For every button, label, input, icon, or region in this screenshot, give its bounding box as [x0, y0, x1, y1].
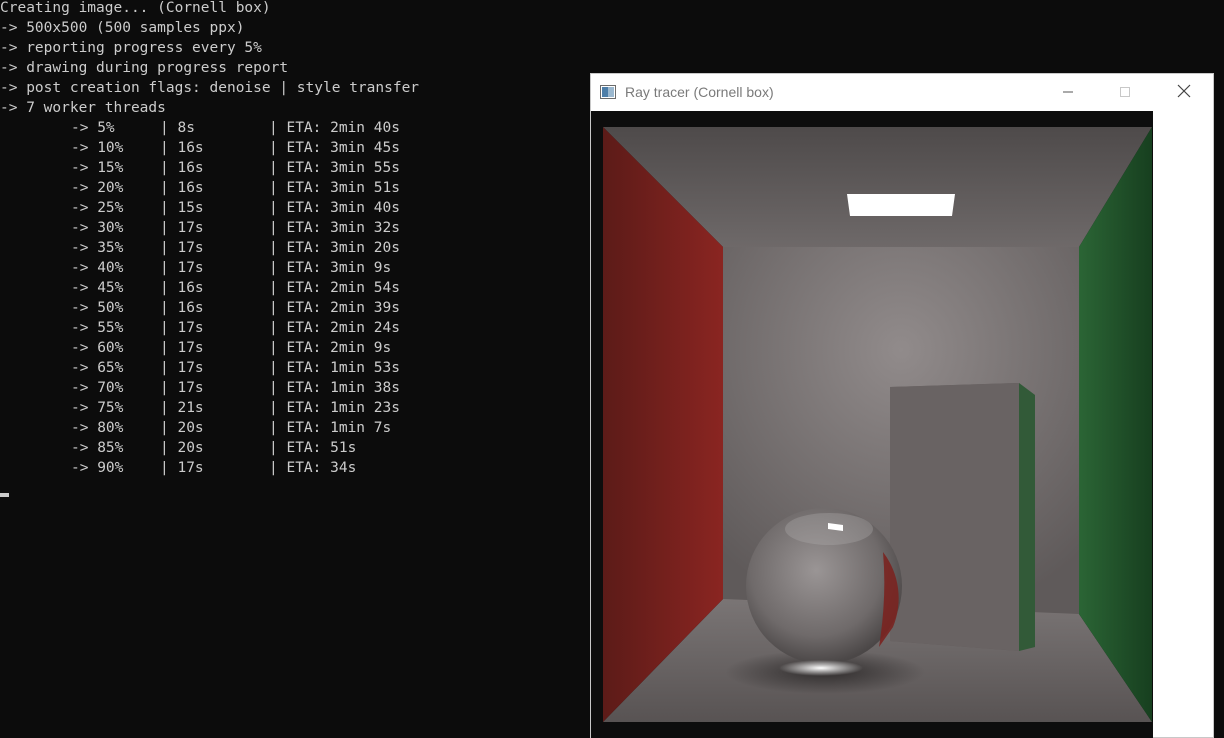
ray-tracer-window[interactable]: Ray tracer (Cornell box): [590, 73, 1214, 738]
ceiling-light: [847, 194, 955, 216]
progress-time: | 17s: [160, 380, 204, 396]
minimize-icon: [1062, 83, 1074, 102]
progress-eta: | ETA: 2min 40s: [269, 120, 400, 136]
progress-time: | 16s: [160, 280, 204, 296]
progress-eta: | ETA: 3min 9s: [269, 260, 392, 276]
close-button[interactable]: [1155, 74, 1213, 111]
progress-time: | 17s: [160, 260, 204, 276]
progress-time: | 20s: [160, 420, 204, 436]
tall-box-front: [890, 383, 1019, 651]
progress-eta: | ETA: 1min 23s: [269, 400, 400, 416]
render-canvas-area: [591, 111, 1153, 738]
progress-eta: | ETA: 1min 53s: [269, 360, 400, 376]
progress-time: | 17s: [160, 240, 204, 256]
progress-pct: -> 85%: [71, 440, 124, 456]
maximize-icon: [1119, 83, 1131, 102]
caustic-light: [779, 660, 863, 676]
window-title: Ray tracer (Cornell box): [625, 84, 774, 100]
progress-time: | 16s: [160, 160, 204, 176]
progress-time: | 16s: [160, 140, 204, 156]
cornell-box-render: [603, 127, 1152, 722]
maximize-button[interactable]: [1096, 74, 1154, 111]
progress-pct: -> 70%: [71, 380, 124, 396]
tall-box-side: [1019, 383, 1035, 651]
window-titlebar[interactable]: Ray tracer (Cornell box): [591, 74, 1213, 111]
progress-pct: -> 55%: [71, 320, 124, 336]
console-line: -> 500x500 (500 samples ppx): [0, 20, 245, 36]
progress-eta: | ETA: 51s: [269, 440, 357, 456]
progress-time: | 17s: [160, 220, 204, 236]
progress-time: | 17s: [160, 360, 204, 376]
progress-pct: -> 5%: [71, 120, 115, 136]
progress-pct: -> 45%: [71, 280, 124, 296]
minimize-button[interactable]: [1039, 74, 1097, 111]
progress-eta: | ETA: 2min 9s: [269, 340, 392, 356]
console-line: -> post creation flags: denoise | style …: [0, 80, 420, 96]
progress-eta: | ETA: 1min 38s: [269, 380, 400, 396]
progress-pct: -> 60%: [71, 340, 124, 356]
progress-time: | 15s: [160, 200, 204, 216]
progress-pct: -> 25%: [71, 200, 124, 216]
progress-eta: | ETA: 1min 7s: [269, 420, 392, 436]
progress-pct: -> 30%: [71, 220, 124, 236]
progress-time: | 8s: [160, 120, 195, 136]
text-cursor: [0, 493, 9, 497]
progress-time: | 16s: [160, 180, 204, 196]
progress-pct: -> 10%: [71, 140, 124, 156]
progress-pct: -> 15%: [71, 160, 124, 176]
progress-eta: | ETA: 2min 54s: [269, 280, 400, 296]
progress-time: | 17s: [160, 320, 204, 336]
progress-time: | 21s: [160, 400, 204, 416]
console-line: Creating image... (Cornell box): [0, 0, 271, 16]
progress-time: | 16s: [160, 300, 204, 316]
progress-pct: -> 75%: [71, 400, 124, 416]
progress-eta: | ETA: 2min 24s: [269, 320, 400, 336]
progress-pct: -> 35%: [71, 240, 124, 256]
progress-pct: -> 40%: [71, 260, 124, 276]
progress-time: | 20s: [160, 440, 204, 456]
progress-eta: | ETA: 3min 40s: [269, 200, 400, 216]
progress-time: | 17s: [160, 340, 204, 356]
progress-eta: | ETA: 3min 55s: [269, 160, 400, 176]
progress-pct: -> 80%: [71, 420, 124, 436]
progress-pct: -> 90%: [71, 460, 124, 476]
terminal-output: Creating image... (Cornell box) -> 500x5…: [0, 0, 590, 738]
console-line: -> drawing during progress report: [0, 60, 289, 76]
progress-pct: -> 65%: [71, 360, 124, 376]
close-icon: [1177, 83, 1191, 102]
progress-pct: -> 20%: [71, 180, 124, 196]
progress-eta: | ETA: 3min 32s: [269, 220, 400, 236]
progress-eta: | ETA: 34s: [269, 460, 357, 476]
progress-eta: | ETA: 2min 39s: [269, 300, 400, 316]
app-window-icon: [600, 84, 616, 99]
progress-eta: | ETA: 3min 20s: [269, 240, 400, 256]
console-line: -> reporting progress every 5%: [0, 40, 262, 56]
progress-time: | 17s: [160, 460, 204, 476]
progress-eta: | ETA: 3min 51s: [269, 180, 400, 196]
console-line: -> 7 worker threads: [0, 100, 166, 116]
progress-pct: -> 50%: [71, 300, 124, 316]
progress-eta: | ETA: 3min 45s: [269, 140, 400, 156]
